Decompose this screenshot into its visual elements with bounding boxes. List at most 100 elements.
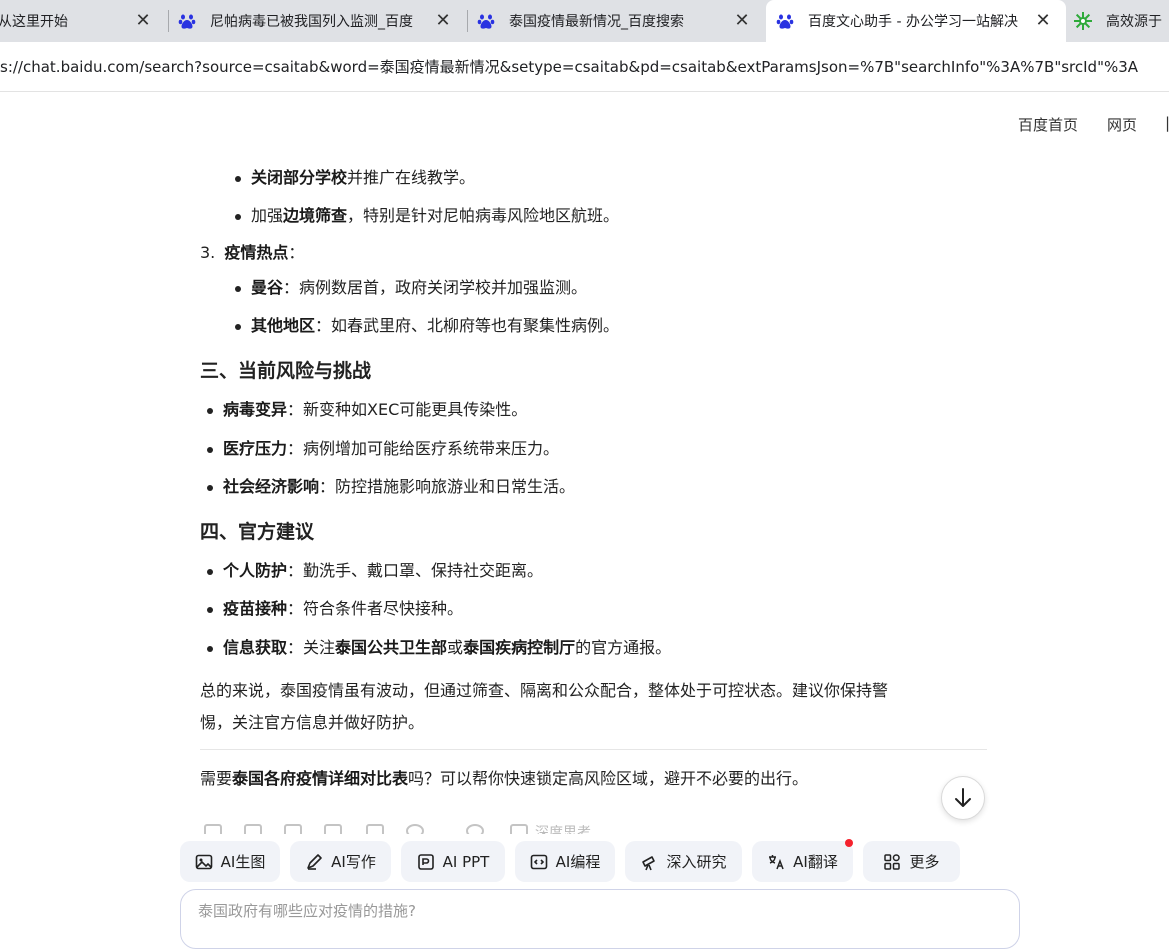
bold-text: 社会经济影响 xyxy=(223,477,320,496)
share-icon[interactable] xyxy=(366,824,384,834)
chat-input-placeholder: 泰国政府有哪些应对疫情的措施? xyxy=(198,902,416,920)
numbered-item: 3. 疫情热点： xyxy=(200,242,304,264)
bold-text: 泰国各府疫情详细对比表 xyxy=(232,769,409,788)
pen-icon xyxy=(305,853,323,871)
list-item: 疫苗接种：符合条件者尽快接种。 xyxy=(206,598,463,620)
speaker-icon[interactable] xyxy=(244,824,262,834)
list-item-text: ：病例数居首，政府关闭学校并加强监测。 xyxy=(283,278,588,297)
bold-text: 边境筛查 xyxy=(283,206,348,225)
list-item: 曼谷：病例数居首，政府关闭学校并加强监测。 xyxy=(234,277,588,299)
list-item-text: ：新变种如XEC可能更具传染性。 xyxy=(287,400,528,419)
tab-nipah[interactable]: 尼帕病毒已被我国列入监测_百度 ✕ xyxy=(170,0,466,42)
code-icon xyxy=(530,853,548,871)
telescope-icon xyxy=(640,853,658,871)
followup-suggestion[interactable]: 需要泰国各府疫情详细对比表吗？可以帮你快速锁定高风险区域，避开不必要的出行。 xyxy=(200,768,808,790)
grid-icon xyxy=(883,853,901,871)
list-item: 病毒变异：新变种如XEC可能更具传染性。 xyxy=(206,399,528,421)
address-bar[interactable]: s://chat.baidu.com/search?source=csaitab… xyxy=(0,42,1169,92)
tool-more[interactable]: 更多 xyxy=(863,841,960,882)
list-item-text: 的官方通报。 xyxy=(575,638,672,657)
list-item-text: ： xyxy=(288,243,305,262)
scroll-to-bottom-button[interactable] xyxy=(941,776,985,820)
refresh-icon[interactable] xyxy=(466,824,484,834)
section-heading: 三、当前风险与挑战 xyxy=(200,360,372,382)
list-item-text: ：如春武里府、北柳府等也有聚集性病例。 xyxy=(315,316,620,335)
tab-separator xyxy=(168,10,169,32)
copy-icon[interactable] xyxy=(204,824,222,834)
followup-text: 需要 xyxy=(200,769,233,788)
list-item: 个人防护：勤洗手、戴口罩、保持社交距离。 xyxy=(206,560,544,582)
list-item: 信息获取：关注泰国公共卫生部或泰国疾病控制厅的官方通报。 xyxy=(206,637,672,659)
url-text[interactable]: s://chat.baidu.com/search?source=csaitab… xyxy=(0,56,1138,77)
chat-input[interactable]: 泰国政府有哪些应对疫情的措施? xyxy=(180,889,1020,949)
baidu-paw-icon xyxy=(477,12,495,30)
tool-ai-translate[interactable]: AI翻译 xyxy=(752,841,853,882)
link-baidu-home[interactable]: 百度首页 xyxy=(1018,114,1078,135)
thumbs-down-icon[interactable] xyxy=(324,824,342,834)
ppt-icon xyxy=(417,853,435,871)
summary-paragraph: 总的来说，泰国疫情虽有波动，但通过筛查、隔离和公众配合，整体处于可控状态。建议你… xyxy=(200,675,888,739)
tab-title: 尼帕病毒已被我国列入监测_百度 xyxy=(210,14,413,30)
list-item: 社会经济影响：防控措施影响旅游业和日常生活。 xyxy=(206,476,575,498)
tab-efficiency[interactable]: 高效源于 xyxy=(1066,0,1169,42)
list-item: 医疗压力：病例增加可能给医疗系统带来压力。 xyxy=(206,438,559,460)
green-gear-icon xyxy=(1074,12,1092,30)
top-nav: 百度首页 网页 | xyxy=(0,114,1169,136)
browser-tab-strip: 从这里开始 ✕ 尼帕病毒已被我国列入监测_百度 ✕ 泰国疫情最新情况_百度搜索 … xyxy=(0,0,1169,42)
tool-label: AI翻译 xyxy=(793,853,838,871)
list-item-text: 加强 xyxy=(251,206,284,225)
summary-line: 惕，关注官方信息并做好防护。 xyxy=(200,713,425,732)
tool-label: 更多 xyxy=(909,853,940,871)
bold-text: 泰国公共卫生部 xyxy=(335,638,448,657)
tool-deep-research[interactable]: 深入研究 xyxy=(625,841,742,882)
more-icon[interactable] xyxy=(406,824,424,834)
message-action-row: 深度思考 xyxy=(200,818,620,834)
tab-separator xyxy=(467,10,468,32)
link-more[interactable]: | xyxy=(1165,114,1169,132)
followup-text: 吗？可以帮你快速锁定高风险区域，避开不必要的出行。 xyxy=(408,769,809,788)
list-item-text: 或 xyxy=(447,638,464,657)
close-icon[interactable]: ✕ xyxy=(134,12,152,30)
bold-text: 其他地区 xyxy=(251,316,316,335)
deep-think-label: 深度思考 xyxy=(535,825,591,834)
summary-line: 总的来说，泰国疫情虽有波动，但通过筛查、隔离和公众配合，整体处于可控状态。建议你… xyxy=(200,681,889,700)
list-number: 3. xyxy=(200,243,216,262)
bold-text: 疫情热点 xyxy=(224,243,289,262)
list-item-text: ，特别是针对尼帕病毒风险地区航班。 xyxy=(347,206,620,225)
tab-title: 从这里开始 xyxy=(0,14,68,30)
list-item: 加强边境筛查，特别是针对尼帕病毒风险地区航班。 xyxy=(234,205,620,227)
deep-think-icon[interactable] xyxy=(510,824,528,834)
tab-start[interactable]: 从这里开始 ✕ xyxy=(0,0,166,42)
list-item: 关闭部分学校并推广在线教学。 xyxy=(234,167,476,189)
tool-label: AI写作 xyxy=(331,853,376,871)
list-item: 其他地区：如春武里府、北柳府等也有聚集性病例。 xyxy=(234,315,620,337)
bold-text: 泰国疾病控制厅 xyxy=(463,638,576,657)
edit-icon[interactable] xyxy=(284,824,302,834)
divider xyxy=(200,749,987,750)
close-icon[interactable]: ✕ xyxy=(1034,12,1052,30)
tab-title: 泰国疫情最新情况_百度搜索 xyxy=(509,14,684,30)
tab-title: 百度文心助手 - 办公学习一站解决 xyxy=(808,14,1018,30)
tool-label: AI生图 xyxy=(220,853,266,871)
list-item-text: ：勤洗手、戴口罩、保持社交距离。 xyxy=(287,561,544,580)
tool-ai-writing[interactable]: AI写作 xyxy=(290,841,391,882)
close-icon[interactable]: ✕ xyxy=(733,12,751,30)
tool-ai-coding[interactable]: AI编程 xyxy=(515,841,615,882)
bold-text: 曼谷 xyxy=(251,278,284,297)
tab-wenxin-assistant[interactable]: 百度文心助手 - 办公学习一站解决 ✕ xyxy=(766,0,1066,42)
tool-ai-ppt[interactable]: AI PPT xyxy=(401,841,505,882)
bold-text: 医疗压力 xyxy=(223,439,288,458)
translate-icon xyxy=(767,853,785,871)
tool-label: AI编程 xyxy=(555,853,601,871)
baidu-paw-icon xyxy=(178,12,196,30)
image-icon xyxy=(195,853,213,871)
bold-text: 个人防护 xyxy=(223,561,288,580)
list-item-text: 并推广在线教学。 xyxy=(347,168,476,187)
tab-thailand-search[interactable]: 泰国疫情最新情况_百度搜索 ✕ xyxy=(469,0,765,42)
tool-label: AI PPT xyxy=(442,852,490,871)
close-icon[interactable]: ✕ xyxy=(434,12,452,30)
baidu-paw-icon xyxy=(776,12,794,30)
tool-ai-image[interactable]: AI生图 xyxy=(180,841,280,882)
list-item-text: ：关注 xyxy=(287,638,336,657)
link-web[interactable]: 网页 xyxy=(1107,114,1137,135)
